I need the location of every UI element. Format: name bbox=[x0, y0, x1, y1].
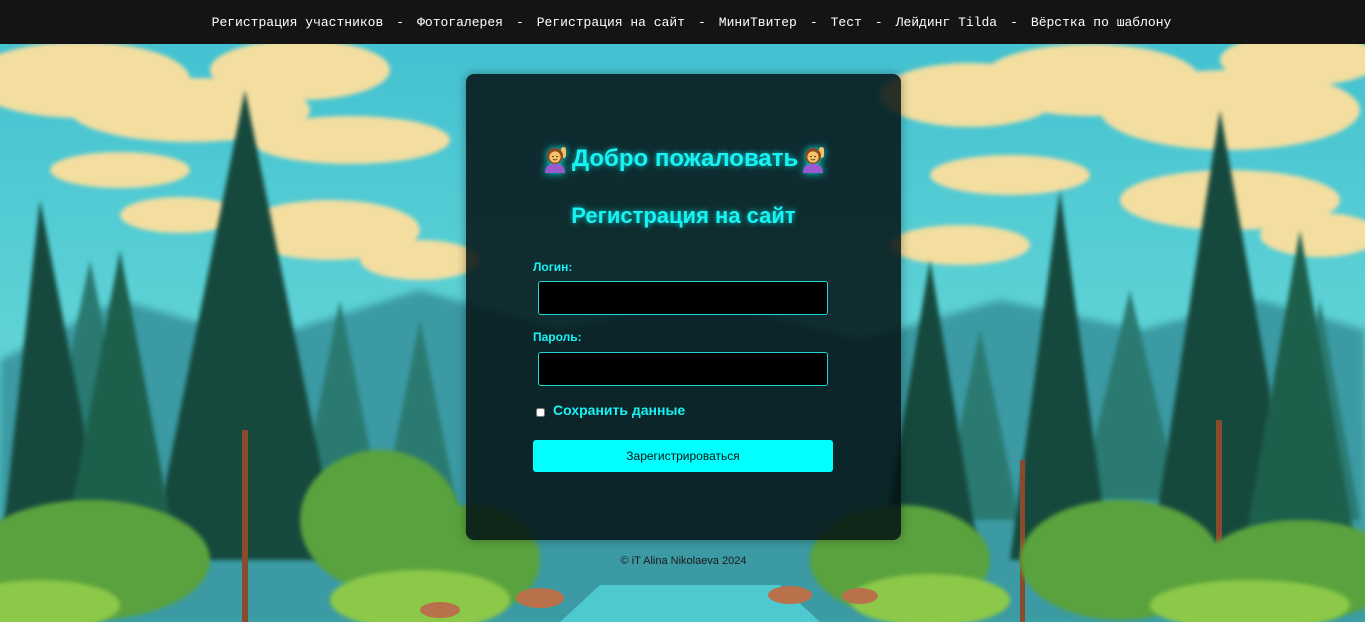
nav-link-site-registration[interactable]: Регистрация на сайт bbox=[537, 15, 685, 30]
welcome-text: Добро пожаловать bbox=[572, 145, 799, 172]
page-title: Регистрация на сайт bbox=[571, 203, 796, 228]
copyright-footer: © iT Alina Nikolaeva 2024 bbox=[620, 555, 747, 567]
register-button[interactable]: Зарегистрироваться bbox=[533, 440, 833, 472]
password-input[interactable] bbox=[538, 352, 828, 386]
nav-link-test[interactable]: Тест bbox=[831, 15, 862, 30]
password-label: Пароль: bbox=[533, 330, 582, 344]
nav-separator: - bbox=[697, 14, 706, 30]
remember-label: Сохранить данные bbox=[553, 402, 686, 418]
nav-list: Регистрация участников - Фотогалерея - Р… bbox=[212, 15, 1172, 30]
nav-separator: - bbox=[396, 14, 405, 30]
nav-separator: - bbox=[874, 14, 883, 30]
login-input[interactable] bbox=[538, 281, 828, 315]
welcome-heading: Добро пожаловать bbox=[541, 144, 829, 174]
nav-link-participants-registration[interactable]: Регистрация участников bbox=[212, 15, 384, 30]
nav-separator: - bbox=[515, 14, 524, 30]
remember-checkbox[interactable] bbox=[536, 407, 545, 417]
nav-separator: - bbox=[809, 14, 818, 30]
remember-row: Сохранить данные bbox=[536, 402, 685, 418]
nav-link-template-layout[interactable]: Вёрстка по шаблону bbox=[1031, 15, 1171, 30]
nav-link-tilda-landing[interactable]: Лейдинг Tilda bbox=[896, 15, 997, 30]
top-navigation: Регистрация участников - Фотогалерея - Р… bbox=[0, 0, 1365, 44]
login-label: Логин: bbox=[533, 260, 573, 274]
person-raising-hand-icon bbox=[803, 147, 825, 173]
person-raising-hand-icon bbox=[545, 147, 566, 173]
nav-link-minitwitter[interactable]: МиниТвитер bbox=[719, 15, 797, 30]
nav-separator: - bbox=[1010, 14, 1018, 30]
nav-link-photo-gallery[interactable]: Фотогалерея bbox=[417, 15, 503, 30]
